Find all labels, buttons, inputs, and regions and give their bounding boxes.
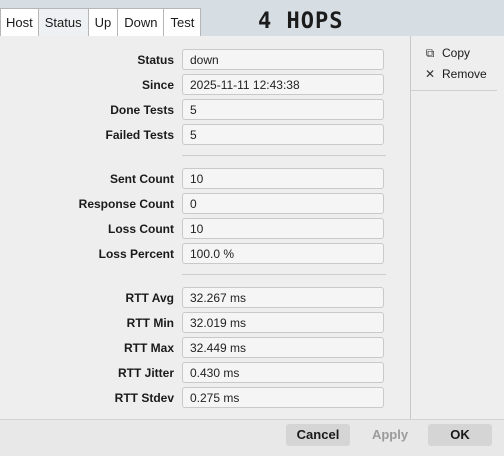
since-field[interactable]: 2025-11-11 12:43:38 — [182, 74, 384, 95]
rtt-jitter-row: RTT Jitter 0.430 ms — [0, 362, 410, 385]
copy-icon: ⧉ — [425, 45, 435, 60]
failed-tests-row: Failed Tests 5 — [0, 124, 410, 147]
rtt-jitter-label: RTT Jitter — [117, 366, 174, 380]
rtt-avg-label: RTT Avg — [125, 291, 174, 305]
status-field[interactable]: down — [182, 49, 384, 70]
rtt-max-row: RTT Max 32.449 ms — [0, 337, 410, 360]
loss-count-label: Loss Count — [108, 222, 174, 236]
rtt-min-row: RTT Min 32.019 ms — [0, 312, 410, 335]
response-count-row: Response Count 0 — [0, 193, 410, 216]
rtt-avg-field[interactable]: 32.267 ms — [182, 287, 384, 308]
rtt-jitter-field[interactable]: 0.430 ms — [182, 362, 384, 383]
since-row: Since 2025-11-11 12:43:38 — [0, 74, 410, 97]
done-tests-label: Done Tests — [110, 103, 174, 117]
tab-test[interactable]: Test — [163, 8, 202, 36]
rtt-max-field[interactable]: 32.449 ms — [182, 337, 384, 358]
loss-percent-row: Loss Percent 100.0 % — [0, 243, 410, 266]
response-count-label: Response Count — [78, 197, 174, 211]
status-row: Status down — [0, 49, 410, 72]
tab-host[interactable]: Host — [0, 8, 39, 36]
cancel-button[interactable]: Cancel — [286, 424, 350, 446]
section-divider — [182, 155, 386, 156]
tabs: Host Status Up Down Test — [0, 8, 202, 36]
sent-count-label: Sent Count — [110, 172, 174, 186]
rtt-min-label: RTT Min — [126, 316, 174, 330]
section-divider — [182, 274, 386, 275]
copy-button[interactable]: ⧉ Copy — [424, 44, 470, 62]
loss-percent-field[interactable]: 100.0 % — [182, 243, 384, 264]
done-tests-row: Done Tests 5 — [0, 99, 410, 122]
rtt-stdev-field[interactable]: 0.275 ms — [182, 387, 384, 408]
tab-down[interactable]: Down — [117, 8, 165, 36]
apply-button[interactable]: Apply — [358, 424, 422, 446]
failed-tests-field[interactable]: 5 — [182, 124, 384, 145]
since-label: Since — [141, 78, 174, 92]
rtt-min-field[interactable]: 32.019 ms — [182, 312, 384, 333]
rtt-stdev-row: RTT Stdev 0.275 ms — [0, 387, 410, 410]
rtt-max-label: RTT Max — [123, 341, 174, 355]
tab-up[interactable]: Up — [87, 8, 119, 36]
loss-count-field[interactable]: 10 — [182, 218, 384, 239]
sent-count-field[interactable]: 10 — [182, 168, 384, 189]
rtt-avg-row: RTT Avg 32.267 ms — [0, 287, 410, 310]
sent-count-row: Sent Count 10 — [0, 168, 410, 191]
status-label: Status — [137, 53, 174, 67]
close-icon: ✕ — [424, 67, 436, 81]
side-divider — [411, 90, 497, 91]
rtt-stdev-label: RTT Stdev — [114, 391, 174, 405]
loss-percent-label: Loss Percent — [98, 247, 174, 261]
ok-button[interactable]: OK — [428, 424, 492, 446]
loss-count-row: Loss Count 10 — [0, 218, 410, 241]
copy-label: Copy — [442, 46, 471, 60]
remove-button[interactable]: ✕ Remove — [424, 65, 487, 83]
failed-tests-label: Failed Tests — [105, 128, 174, 142]
hops-title: 4 HOPS — [258, 9, 344, 34]
done-tests-field[interactable]: 5 — [182, 99, 384, 120]
remove-label: Remove — [442, 67, 487, 81]
side-actions-panel — [411, 36, 504, 419]
response-count-field[interactable]: 0 — [182, 193, 384, 214]
tab-status[interactable]: Status — [37, 8, 89, 36]
